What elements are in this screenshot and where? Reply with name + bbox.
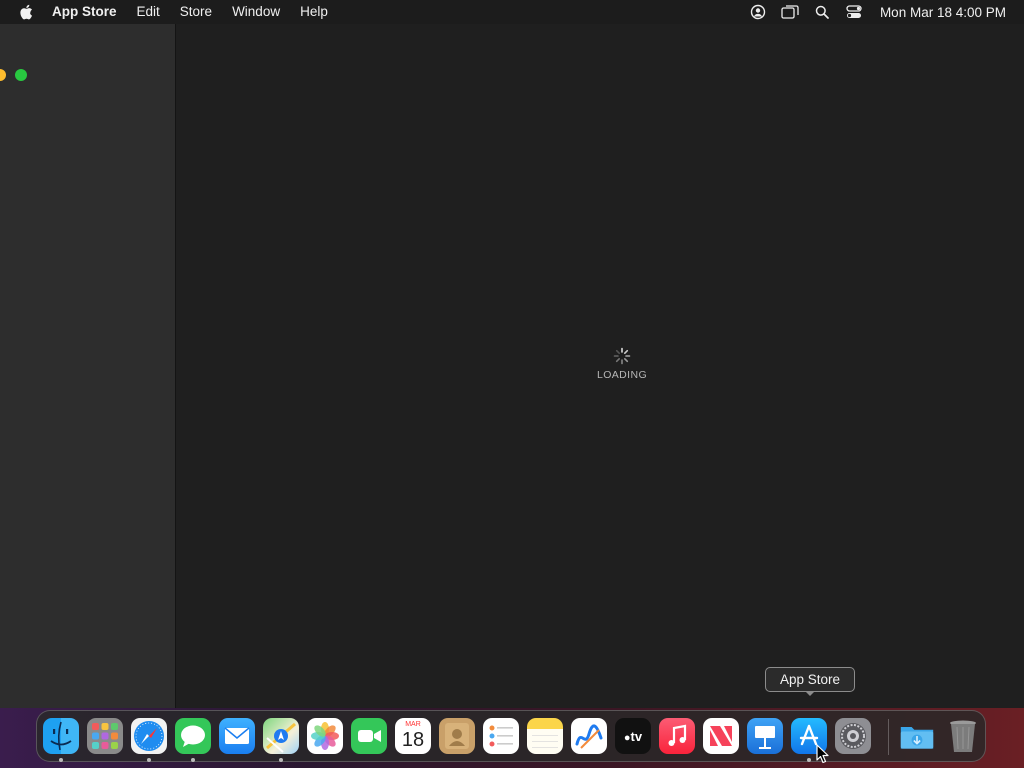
photos-icon[interactable] xyxy=(307,718,343,754)
keynote-icon[interactable] xyxy=(747,718,783,754)
zoom-button[interactable] xyxy=(15,69,27,81)
apple-logo-icon[interactable] xyxy=(19,4,33,20)
facetime-icon[interactable] xyxy=(351,718,387,754)
control-center-icon[interactable] xyxy=(845,4,863,20)
finder-icon[interactable] xyxy=(43,718,79,754)
app-store-sidebar xyxy=(0,24,176,708)
contacts-icon[interactable] xyxy=(439,718,475,754)
news-icon[interactable] xyxy=(703,718,739,754)
dock-tooltip-arrow xyxy=(805,691,815,696)
app-menu-app-store[interactable]: App Store xyxy=(46,0,127,24)
apple-tv-icon[interactable]: ●tv xyxy=(615,718,651,754)
menu-bar: App Store Edit Store Window Help Mon Mar… xyxy=(0,0,1024,24)
notes-icon[interactable] xyxy=(527,718,563,754)
menu-help[interactable]: Help xyxy=(290,0,338,24)
screen-mirroring-icon[interactable] xyxy=(781,4,799,20)
menu-edit[interactable]: Edit xyxy=(127,0,170,24)
running-indicator-messages xyxy=(191,758,195,762)
menu-bar-clock[interactable]: Mon Mar 18 4:00 PM xyxy=(880,5,1006,20)
music-icon[interactable] xyxy=(659,718,695,754)
loading-text: LOADING xyxy=(596,369,648,381)
dock: MAR 18 ●tv xyxy=(36,710,986,762)
downloads-folder-icon[interactable] xyxy=(899,718,935,754)
tv-label: ●tv xyxy=(623,728,643,744)
system-settings-icon[interactable] xyxy=(835,718,871,754)
safari-icon[interactable] xyxy=(131,718,167,754)
loading-indicator: LOADING xyxy=(590,347,654,381)
calendar-month: MAR xyxy=(405,721,421,728)
dock-tooltip: App Store xyxy=(765,667,855,692)
minimize-button[interactable] xyxy=(0,69,6,81)
spinner-icon xyxy=(613,347,631,365)
dock-separator xyxy=(888,719,889,755)
mouse-cursor-icon xyxy=(816,744,829,764)
spotlight-search-icon[interactable] xyxy=(813,4,831,20)
calendar-day: 18 xyxy=(401,729,425,751)
messages-icon[interactable] xyxy=(175,718,211,754)
freeform-icon[interactable] xyxy=(571,718,607,754)
running-indicator-finder xyxy=(59,758,63,762)
maps-icon[interactable] xyxy=(263,718,299,754)
user-account-icon[interactable] xyxy=(749,4,767,20)
running-indicator-safari xyxy=(147,758,151,762)
trash-icon[interactable] xyxy=(945,718,981,754)
reminders-icon[interactable] xyxy=(483,718,519,754)
menu-store[interactable]: Store xyxy=(170,0,222,24)
launchpad-icon[interactable] xyxy=(87,718,123,754)
running-indicator-maps xyxy=(279,758,283,762)
running-indicator-app-store xyxy=(807,758,811,762)
menu-window[interactable]: Window xyxy=(222,0,290,24)
mail-icon[interactable] xyxy=(219,718,255,754)
calendar-icon[interactable]: MAR 18 xyxy=(395,718,431,754)
